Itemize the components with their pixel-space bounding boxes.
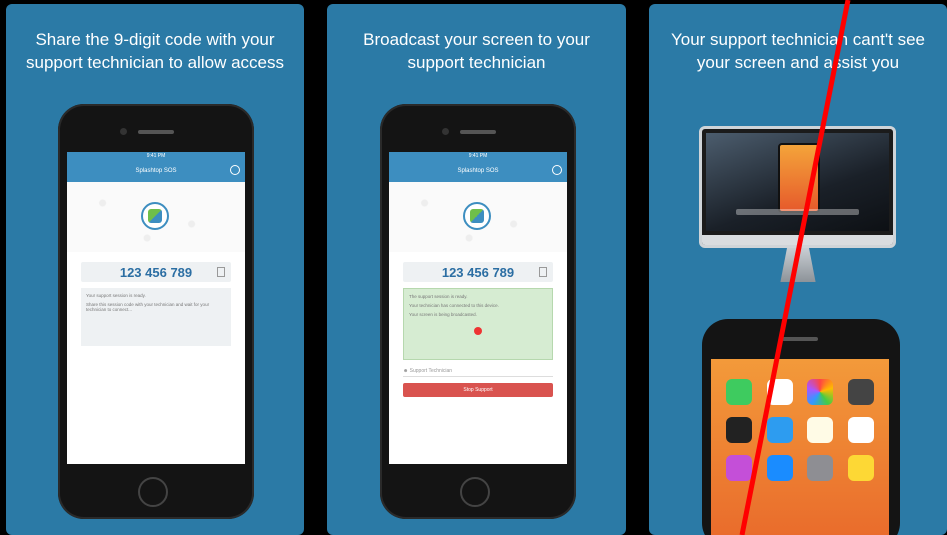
app-icon-grid	[719, 379, 881, 481]
facetime-icon[interactable]	[726, 379, 753, 405]
clock-icon[interactable]	[726, 417, 753, 443]
speaker	[460, 130, 496, 134]
phone-screen: 9:41 PM Splashtop SOS 123 456 789 Your s…	[67, 152, 245, 464]
header-pattern	[67, 182, 245, 252]
header-pattern	[389, 182, 567, 252]
status-bar: 9:41 PM	[67, 152, 245, 160]
user-icon: ☻	[403, 368, 409, 374]
app-title: Splashtop SOS	[135, 168, 177, 174]
info-line: Your screen is being broadcasted.	[409, 312, 477, 317]
monitor-stand	[780, 248, 816, 282]
technician-label: Support Technician	[409, 368, 453, 374]
app-bar: Splashtop SOS	[67, 160, 245, 182]
panel-caption: Your support technician cant't see your …	[670, 30, 925, 72]
home-button[interactable]	[138, 477, 168, 507]
session-code-text: 123 456 789	[119, 264, 193, 280]
info-line: Share this session code with your techni…	[86, 302, 210, 312]
mirrored-phone-screen	[778, 143, 820, 213]
record-dot-icon	[474, 327, 482, 335]
copy-icon[interactable]	[217, 267, 225, 277]
session-code: 123 456 789	[403, 262, 553, 282]
gear-icon[interactable]	[230, 165, 240, 175]
info-line: Your technician has connected to this de…	[409, 303, 499, 308]
home-button[interactable]	[460, 477, 490, 507]
weather-icon[interactable]	[766, 417, 793, 443]
monitor-chin	[702, 235, 893, 245]
stop-support-button[interactable]: Stop Support	[403, 383, 553, 397]
technician-field: ☻ Support Technician	[403, 368, 553, 377]
speaker	[782, 337, 818, 341]
app-title: Splashtop SOS	[457, 168, 499, 174]
splashtop-logo-icon	[141, 202, 169, 230]
itunes-store-icon[interactable]	[726, 455, 753, 481]
phone-mockup: 9:41 PM Splashtop SOS 123 456 789 The su…	[380, 104, 576, 519]
status-bar: 9:41 PM	[389, 152, 567, 160]
info-line: Your support session is ready.	[86, 293, 146, 298]
tips-icon[interactable]	[847, 455, 874, 481]
speaker	[138, 130, 174, 134]
notes-icon[interactable]	[807, 417, 834, 443]
phone-screen: 9:41 PM Splashtop SOS 123 456 789 The su…	[389, 152, 567, 464]
session-code-text: 123 456 789	[441, 264, 515, 280]
camera-app-icon[interactable]	[847, 379, 874, 405]
status-box: The support session is ready. Your techn…	[403, 288, 553, 360]
monitor-screen	[706, 133, 889, 231]
session-code: 123 456 789	[81, 262, 231, 282]
splashtop-logo-icon	[463, 202, 491, 230]
photos-icon[interactable]	[807, 379, 834, 405]
panel-caption: Broadcast your screen to your support te…	[363, 30, 590, 72]
calendar-icon[interactable]	[766, 379, 793, 405]
info-line: The support session is ready.	[409, 294, 468, 299]
reminders-icon[interactable]	[847, 417, 874, 443]
app-bar: Splashtop SOS	[389, 160, 567, 182]
info-box: Your support session is ready. Share thi…	[81, 288, 231, 346]
copy-icon[interactable]	[539, 267, 547, 277]
phone-home-screen	[711, 359, 889, 535]
camera-icon	[120, 128, 127, 135]
phone-mockup	[702, 319, 900, 535]
panel-broadcast: Broadcast your screen to your support te…	[327, 4, 626, 535]
status-time: 9:41 PM	[146, 153, 166, 159]
dock	[736, 209, 859, 215]
gear-icon[interactable]	[552, 165, 562, 175]
panel-assist: Your support technician cant't see your …	[649, 4, 947, 535]
panel-share-code: Share the 9-digit code with your support…	[6, 4, 304, 535]
camera-icon	[442, 128, 449, 135]
status-time: 9:41 PM	[468, 153, 488, 159]
panel-caption: Share the 9-digit code with your support…	[26, 30, 284, 72]
monitor-illustration	[699, 126, 896, 248]
phone-mockup: 9:41 PM Splashtop SOS 123 456 789 Your s…	[58, 104, 254, 519]
settings-icon[interactable]	[807, 455, 834, 481]
app-store-icon[interactable]	[766, 455, 793, 481]
